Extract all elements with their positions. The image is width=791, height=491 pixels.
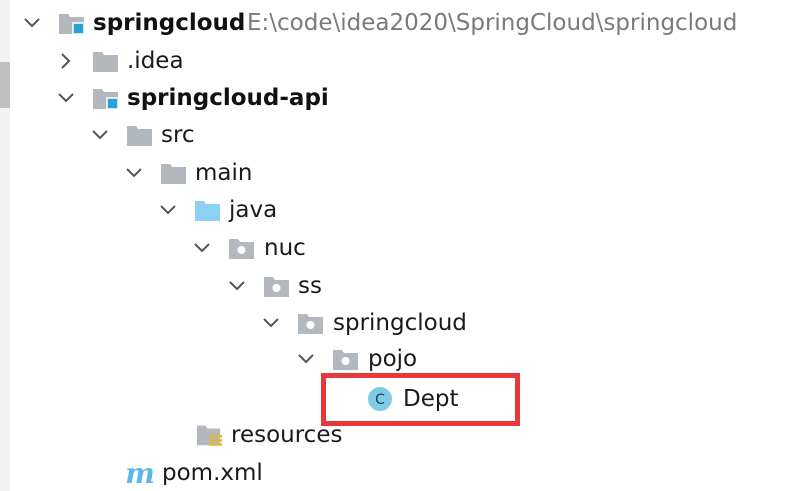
chevron-right-icon[interactable] (54, 49, 78, 73)
tree-row-java[interactable]: java (0, 192, 300, 228)
tree-label-nuc: nuc (264, 235, 306, 261)
project-tree: springcloud E:\code\idea2020\SpringCloud… (0, 0, 791, 491)
chevron-down-icon[interactable] (225, 274, 249, 298)
chevron-down-icon[interactable] (156, 198, 180, 222)
highlight-box (321, 373, 520, 426)
chevron-down-icon[interactable] (294, 347, 318, 371)
tree-label-api: springcloud-api (127, 85, 329, 111)
tree-label-src: src (161, 122, 195, 148)
tree-label-root: springcloud (93, 10, 246, 36)
package-icon (332, 346, 360, 372)
chevron-down-icon[interactable] (259, 311, 283, 335)
folder-icon (92, 48, 120, 74)
tree-row-pom[interactable]: m pom.xml (0, 455, 400, 491)
tree-row-nuc[interactable]: nuc (0, 230, 306, 266)
tree-row-src[interactable]: src (0, 117, 300, 153)
tree-path-root: E:\code\idea2020\SpringCloud\springcloud (247, 10, 738, 36)
folder-icon (160, 160, 188, 186)
source-folder-icon (194, 197, 222, 223)
tree-label-main: main (195, 160, 253, 186)
chevron-down-icon[interactable] (88, 123, 112, 147)
tree-label-java: java (229, 197, 278, 223)
maven-icon: m (125, 456, 155, 490)
tree-row-ss[interactable]: ss (0, 268, 322, 304)
folder-icon (126, 122, 154, 148)
chevron-down-icon[interactable] (122, 161, 146, 185)
chevron-down-icon[interactable] (190, 236, 214, 260)
tree-label-springcloud-package: springcloud (333, 310, 467, 336)
resources-folder-icon (196, 422, 224, 448)
chevron-down-icon[interactable] (20, 11, 44, 35)
tree-label-idea: .idea (127, 48, 184, 74)
chevron-down-icon[interactable] (54, 86, 78, 110)
module-folder-icon (58, 10, 86, 36)
tree-row-idea[interactable]: .idea (0, 43, 300, 79)
tree-label-ss: ss (298, 273, 322, 299)
tree-label-pom: pom.xml (162, 460, 263, 486)
module-folder-icon (92, 85, 120, 111)
tree-label-pojo: pojo (368, 346, 418, 372)
tree-row-root[interactable]: springcloud E:\code\idea2020\SpringCloud… (0, 5, 791, 41)
tree-row-pojo[interactable]: pojo (0, 341, 417, 377)
tree-row-main[interactable]: main (0, 155, 300, 191)
package-icon (263, 273, 291, 299)
tree-row-api[interactable]: springcloud-api (0, 80, 400, 116)
package-icon (297, 310, 325, 336)
package-icon (228, 235, 256, 261)
tree-row-springcloud-package[interactable]: springcloud (0, 305, 467, 341)
